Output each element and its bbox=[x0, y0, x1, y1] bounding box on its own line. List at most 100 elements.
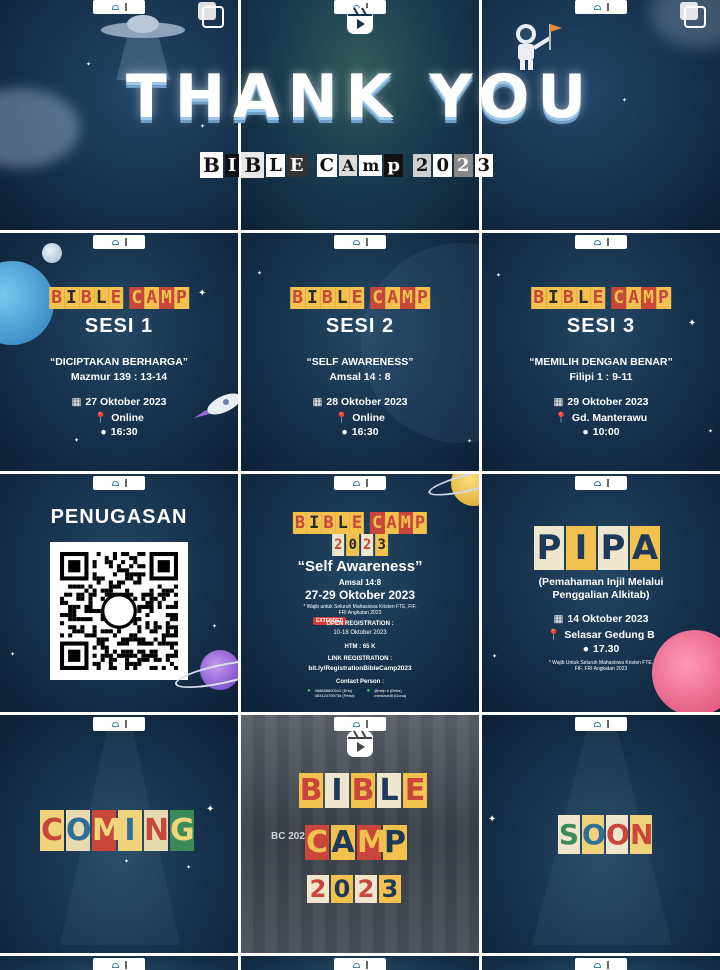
post-soon[interactable]: SOON ✦ bbox=[482, 715, 720, 953]
letter-tile: M bbox=[357, 825, 387, 860]
letter-tile: E bbox=[403, 773, 427, 808]
htm-price: HTM : 65 K bbox=[344, 644, 376, 650]
logo-tag bbox=[93, 235, 145, 249]
session-theme: “MEMILIH DENGAN BENAR” bbox=[529, 356, 673, 368]
location-pin-icon: 📍 bbox=[554, 412, 568, 424]
qr-code[interactable] bbox=[50, 542, 188, 680]
session-title: SESI 1 bbox=[84, 315, 154, 337]
post-photo-bible-camp[interactable]: BC 2022 BIBLE CAMP 2023 bbox=[241, 715, 479, 953]
star-icon: ✦ bbox=[496, 273, 502, 279]
bible-camp-2023-ransom: BIBLE CAmp 2023 bbox=[200, 152, 494, 178]
letter-tile: I bbox=[118, 810, 142, 851]
letter-tile: P bbox=[414, 287, 430, 309]
letter-tile: N bbox=[630, 815, 653, 854]
letter-tile: I bbox=[224, 153, 240, 177]
post-pipa[interactable]: PIPA (Pemahaman Injil Melalui Penggalian… bbox=[482, 474, 720, 712]
letter-tile: C bbox=[316, 153, 337, 177]
letter-tile: E bbox=[590, 287, 606, 309]
letter-tile: M bbox=[159, 287, 174, 309]
session-verse: Mazmur 139 : 13-14 bbox=[70, 371, 168, 383]
photo-camp-word: CAMP bbox=[305, 825, 407, 860]
session-place: Online bbox=[352, 411, 385, 424]
letter-tile: P bbox=[173, 287, 189, 309]
session-title: SESI 3 bbox=[566, 315, 636, 337]
letter-tile: E bbox=[286, 153, 307, 177]
registration-link[interactable]: bit.ly/RegistrationBibleCamp2023 bbox=[241, 665, 479, 672]
post-coming[interactable]: COMING ✦ ✦ ✦ bbox=[0, 715, 238, 953]
thank-you-title: THANK YOU bbox=[125, 62, 595, 132]
location-pin-icon: 📍 bbox=[547, 629, 561, 641]
post-partial-3[interactable] bbox=[482, 956, 720, 970]
logo-tag bbox=[334, 958, 386, 970]
post-partial-1[interactable] bbox=[0, 956, 238, 970]
session-time: 10:00 bbox=[592, 426, 620, 438]
letter-tile: A bbox=[144, 287, 160, 309]
clock-icon: ● bbox=[582, 426, 589, 438]
calendar-icon: ▦ bbox=[71, 396, 82, 408]
letter-tile: B bbox=[78, 287, 94, 309]
star-icon: ✦ bbox=[198, 288, 207, 299]
letter-tile: O bbox=[66, 810, 92, 851]
calendar-icon: ▦ bbox=[312, 396, 323, 408]
reels-icon bbox=[347, 7, 373, 34]
post-bible-camp-poster[interactable]: BIBLECAMP 2023 “Self Awareness” Amsal 14… bbox=[241, 474, 479, 712]
letter-tile bbox=[309, 164, 315, 166]
letter-tile: C bbox=[129, 287, 145, 309]
letter-tile: 2 bbox=[412, 153, 432, 177]
letter-tile: p bbox=[384, 153, 403, 177]
poster-theme: “Self Awareness” bbox=[297, 558, 423, 575]
coming-word: COMING bbox=[40, 810, 195, 851]
letter-tile: A bbox=[338, 154, 358, 176]
post-penugasan[interactable]: PENUGASAN ✦ ✦ bbox=[0, 474, 238, 712]
letter-tile: P bbox=[534, 526, 564, 570]
letter-tile: 2 bbox=[361, 534, 374, 556]
letter-tile: L bbox=[93, 287, 109, 309]
contact-whatsapp: 088888800012 (Erin) 083124709734 (Petra) bbox=[314, 688, 355, 698]
session-date: 29 Oktober 2023 bbox=[567, 396, 649, 408]
letter-tile: 0 bbox=[433, 153, 452, 177]
letter-tile: B bbox=[531, 287, 547, 309]
letter-tile: M bbox=[641, 287, 656, 309]
pipa-place: Selasar Gedung B bbox=[564, 628, 655, 641]
session-date: 27 Oktober 2023 bbox=[85, 396, 167, 408]
letter-tile: B bbox=[321, 512, 336, 534]
letter-tile: N bbox=[144, 810, 169, 851]
letter-tile: M bbox=[398, 512, 413, 534]
letter-tile: A bbox=[385, 287, 401, 309]
letter-tile: 2 bbox=[307, 875, 329, 903]
letter-tile: B bbox=[241, 152, 265, 178]
open-registration-dates: 10-18 Oktober 2023 bbox=[333, 630, 387, 636]
clock-icon: ● bbox=[341, 426, 348, 438]
session-verse: Amsal 14 : 8 bbox=[329, 371, 391, 383]
letter-tile: L bbox=[575, 287, 591, 309]
post-sesi-3[interactable]: BIBLECAMP SESI 3 “MEMILIH DENGAN BENAR” … bbox=[482, 233, 720, 471]
poster-dates: 27-29 Oktober 2023 bbox=[304, 588, 416, 602]
letter-tile: 2 bbox=[453, 153, 473, 177]
post-sesi-2[interactable]: BIBLECAMP SESI 2 “SELF AWARENESS” Amsal … bbox=[241, 233, 479, 471]
whatsapp-icon: ● bbox=[307, 688, 311, 694]
star-icon: ✦ bbox=[257, 271, 263, 277]
small-planet bbox=[42, 243, 62, 263]
bible-camp-logo: BIBLECAMP bbox=[291, 512, 429, 534]
star-icon: ✦ bbox=[10, 652, 16, 658]
open-registration-label: OPEN REGISTRATION : bbox=[326, 621, 394, 627]
clock-icon: ● bbox=[100, 426, 107, 438]
post-partial-2[interactable] bbox=[241, 956, 479, 970]
letter-tile: B bbox=[560, 287, 576, 309]
star-icon: ✦ bbox=[186, 865, 192, 871]
multiple-images-icon bbox=[198, 2, 224, 28]
pipa-subtitle: (Pemahaman Injil Melalui Penggalian Alki… bbox=[538, 576, 664, 601]
session-title: SESI 2 bbox=[325, 315, 395, 337]
letter-tile: B bbox=[351, 773, 375, 808]
logo-tag bbox=[93, 476, 145, 490]
calendar-icon: ▦ bbox=[553, 396, 564, 408]
bible-camp-logo: BIBLECAMP bbox=[288, 287, 432, 309]
multiple-images-icon bbox=[680, 2, 706, 28]
session-date: 28 Oktober 2023 bbox=[326, 396, 408, 408]
clock-icon: ● bbox=[582, 643, 590, 655]
post-sesi-1[interactable]: BIBLECAMP SESI 1 “DICIPTAKAN BERHARGA” M… bbox=[0, 233, 238, 471]
location-pin-icon: 📍 bbox=[335, 412, 349, 424]
session-place: Online bbox=[111, 411, 144, 424]
letter-tile: 3 bbox=[474, 153, 494, 177]
reels-icon bbox=[347, 730, 373, 757]
